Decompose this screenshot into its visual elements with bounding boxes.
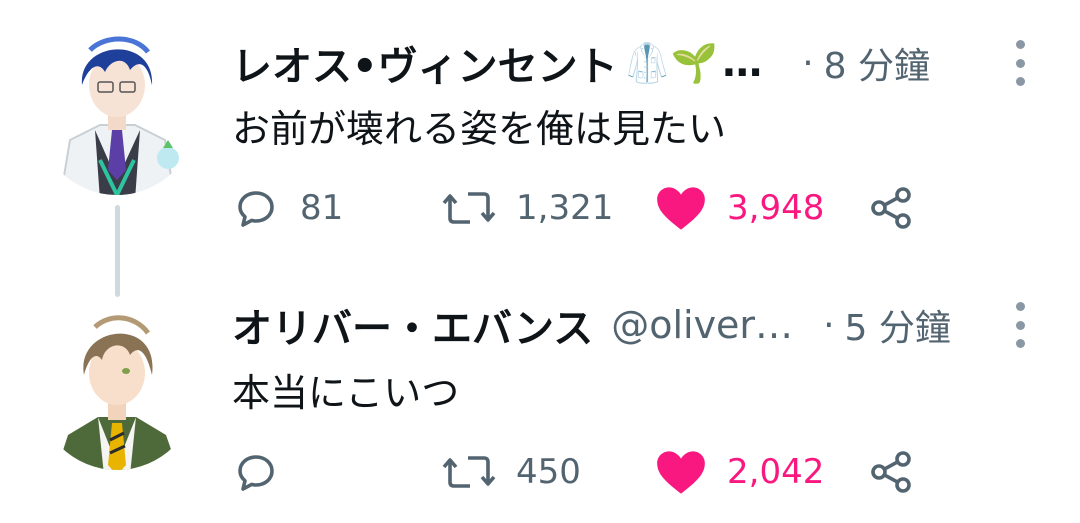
- share-button[interactable]: [867, 178, 915, 238]
- separator-dot: ·: [802, 42, 814, 84]
- share-icon: [871, 451, 911, 493]
- retweet-count: 450: [516, 452, 581, 492]
- avatar-oliver[interactable]: [50, 305, 185, 470]
- more-options-icon[interactable]: [1015, 302, 1025, 348]
- author-name[interactable]: オリバー・エバンス: [232, 296, 593, 354]
- retweet-icon: [442, 456, 496, 488]
- more-options-icon[interactable]: [1015, 40, 1025, 86]
- tweet-header: オリバー・エバンス @oliver… · 5 分鐘: [232, 295, 951, 355]
- retweet-button[interactable]: 450: [442, 442, 581, 502]
- tweet-text: 本当にこいつ: [232, 371, 460, 415]
- retweet-icon: [442, 192, 496, 224]
- like-heart-icon: [657, 187, 705, 230]
- separator-dot: ·: [823, 304, 835, 346]
- retweet-count: 1,321: [516, 188, 614, 228]
- tweet-actions: 81 1,321 3,948: [232, 178, 932, 238]
- tweet-actions: 450 2,042: [232, 442, 932, 502]
- reply-icon: [238, 191, 274, 227]
- author-name[interactable]: レオス•ヴィンセント: [232, 34, 618, 92]
- tweet-2[interactable]: オリバー・エバンス @oliver… · 5 分鐘 本当にこいつ 450 2,0…: [0, 260, 1080, 523]
- tweet-header: レオス•ヴィンセント 🥼🌱 … · 8 分鐘: [232, 33, 930, 93]
- like-count: 2,042: [727, 452, 825, 492]
- reply-button[interactable]: 81: [232, 178, 343, 238]
- tweet-text: お前が壊れる姿を俺は見たい: [232, 107, 727, 151]
- timestamp[interactable]: 5 分鐘: [845, 299, 951, 351]
- timestamp[interactable]: 8 分鐘: [824, 37, 930, 89]
- reply-count: 81: [300, 188, 344, 228]
- like-count: 3,948: [727, 188, 825, 228]
- reply-button[interactable]: [232, 442, 300, 502]
- reply-icon: [238, 455, 274, 491]
- like-button[interactable]: 3,948: [655, 178, 824, 238]
- like-heart-icon: [657, 451, 705, 494]
- name-truncation: …: [722, 40, 763, 86]
- like-button[interactable]: 2,042: [655, 442, 824, 502]
- author-handle[interactable]: @oliver…: [611, 303, 793, 347]
- share-icon: [871, 187, 911, 229]
- tweet-1[interactable]: レオス•ヴィンセント 🥼🌱 … · 8 分鐘 お前が壊れる姿を俺は見たい 81 …: [0, 0, 1080, 260]
- avatar-leos[interactable]: [50, 30, 185, 195]
- share-button[interactable]: [867, 442, 915, 502]
- retweet-button[interactable]: 1,321: [442, 178, 613, 238]
- author-emojis: 🥼🌱: [623, 40, 719, 85]
